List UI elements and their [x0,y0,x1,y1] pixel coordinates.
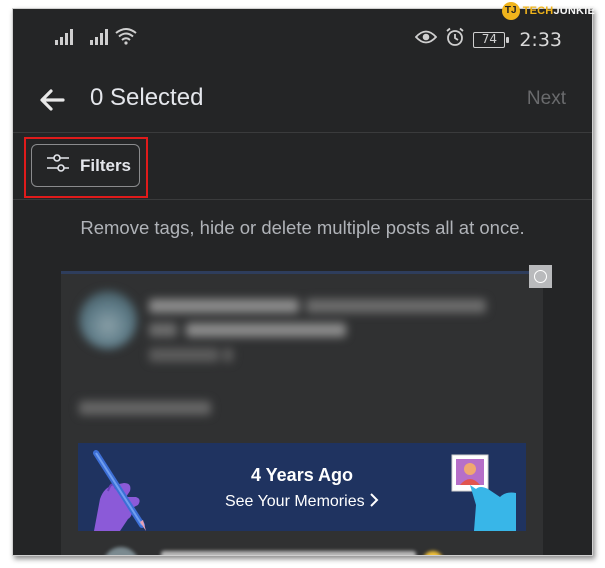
checkbox-ring-icon [534,270,547,283]
battery-icon: 74 [473,31,510,48]
sliders-icon [46,153,70,178]
clock: 2:33 [519,28,562,51]
filters-label: Filters [80,155,132,175]
signal-icon [90,29,110,45]
techjunkie-logo-icon: TJ [501,2,520,20]
techjunkie-watermark: TJ TECHJUNKIE [501,2,595,20]
blurred-post-content [61,271,543,436]
blurred-author-row [61,541,543,555]
description-text: Remove tags, hide or delete multiple pos… [80,217,525,238]
watermark-text: TECHJUNKIE [522,5,595,17]
select-post-checkbox[interactable] [529,265,552,288]
alarm-icon [445,27,465,52]
page-title: 0 Selected [90,84,204,111]
post-card[interactable]: 4 Years Ago See Your Memories [61,271,543,555]
avatar [79,291,137,349]
hand-with-pencil-illustration [93,450,146,531]
header-bar: 0 Selected Next [13,67,592,133]
see-memories-label: See Your Memories [224,493,365,510]
wifi-icon [115,27,137,45]
filters-toolbar: Filters [13,134,592,200]
chevron-right-icon [369,493,379,510]
back-arrow-icon[interactable] [37,85,67,115]
hand-with-photo-illustration [451,454,516,531]
memories-banner[interactable]: 4 Years Ago See Your Memories [78,443,526,531]
signal-icon [55,29,75,45]
app-screen: 74 2:33 0 Selected Next Filters Remove t… [12,8,593,556]
filters-button[interactable]: Filters [31,144,140,187]
card-top-border [61,271,543,274]
eye-icon [415,29,438,50]
status-icons: 74 2:33 [415,27,562,52]
next-button[interactable]: Next [527,88,566,110]
